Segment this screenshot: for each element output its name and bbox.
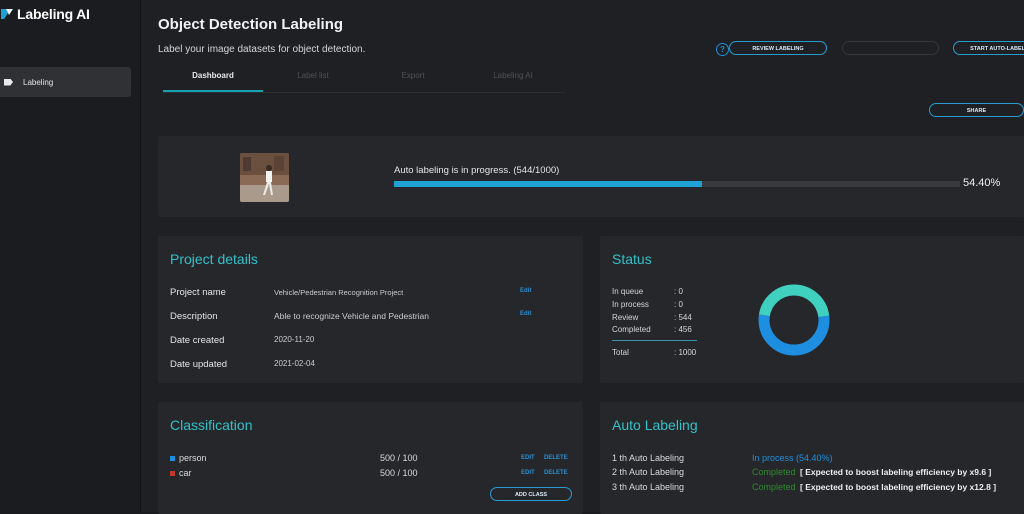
auto-labeling-note-2: [ Expected to boost labeling efficiency … [800,467,992,477]
app-logo[interactable]: Labeling AI [0,6,90,22]
sidebar-item-label: Labeling [23,77,54,87]
review-labeling-button[interactable]: REVIEW LABELING [729,41,827,55]
start-auto-labeling-button[interactable]: START AUTO-LABELING [953,41,1024,55]
status-row-total: Total: 1000 [612,348,697,357]
auto-labeling-status-1: In process (54.40%) [752,453,833,463]
tab-labeling-ai[interactable]: Labeling AI [463,66,563,92]
progress-label: Auto labeling is in progress. (544/1000) [394,165,560,176]
tab-dashboard[interactable]: Dashboard [163,66,263,92]
classification-title: Classification [170,417,253,433]
sidebar-item-labeling[interactable]: Labeling [0,67,131,97]
auto-labeling-row-1: 1 th Auto Labeling [612,453,685,463]
classification-card: Classification person 500 / 100 EDIT DEL… [158,402,583,514]
tab-label-list[interactable]: Label list [263,66,363,92]
detail-value-date-updated: 2021-02-04 [274,359,315,368]
main-content: Object Detection Labeling Label your ima… [141,0,1024,514]
auto-labeling-card: Auto Labeling 1 th Auto Labeling In proc… [600,402,1024,514]
class-row-car: car [170,468,192,478]
detail-label-date-updated: Date updated [170,359,228,370]
status-donut-chart [758,284,830,356]
edit-class-person-button[interactable]: EDIT [521,455,535,461]
detail-label-project-name: Project name [170,287,226,298]
auto-labeling-status-3: Completed [752,482,796,492]
status-row-completed: Completed: 456 [612,325,692,334]
tab-bar: Dashboard Label list Export Labeling AI [163,66,565,93]
delete-class-car-button[interactable]: DELETE [544,470,568,476]
status-row-review: Review: 544 [612,313,692,322]
detail-value-description: Able to recognize Vehicle and Pedestrian [274,311,429,321]
page-title: Object Detection Labeling [158,16,344,33]
sidebar: Labeling AI Labeling [0,0,141,512]
detail-value-date-created: 2020-11-20 [274,335,315,344]
disabled-action-button [842,41,939,55]
page-subtitle: Label your image datasets for object det… [158,44,366,55]
auto-labeling-title: Auto Labeling [612,417,698,433]
class-row-person: person [170,453,207,463]
auto-labeling-progress-card: Auto labeling is in progress. (544/1000)… [158,136,1024,217]
progress-bar [394,181,960,187]
progress-percent: 54.40% [963,177,1001,189]
edit-class-car-button[interactable]: EDIT [521,470,535,476]
dataset-thumbnail [240,153,289,202]
class-count-person: 500 / 100 [380,453,418,463]
status-row-in-queue: In queue: 0 [612,287,683,296]
class-color-swatch [170,456,175,462]
auto-labeling-note-3: [ Expected to boost labeling efficiency … [800,482,997,492]
class-count-car: 500 / 100 [380,468,418,478]
status-card: Status In queue: 0 In process: 0 Review:… [600,236,1024,383]
edit-project-name-link[interactable]: Edit [520,288,531,294]
add-class-button[interactable]: ADD CLASS [490,487,572,501]
status-divider [612,340,697,341]
share-button[interactable]: SHARE [929,103,1024,117]
detail-label-description: Description [170,311,218,322]
auto-labeling-row-2: 2 th Auto Labeling [612,467,685,477]
labeling-ai-logo-icon [1,9,13,19]
edit-description-link[interactable]: Edit [520,311,531,317]
auto-labeling-row-3: 3 th Auto Labeling [612,482,685,492]
class-color-swatch [170,471,175,477]
status-row-in-process: In process: 0 [612,300,683,309]
auto-labeling-status-2: Completed [752,467,796,477]
project-details-card: Project details Project name Vehicle/Ped… [158,236,583,383]
detail-label-date-created: Date created [170,335,225,346]
tag-icon [4,78,13,86]
app-name: Labeling AI [17,6,90,22]
tab-export[interactable]: Export [363,66,463,92]
detail-value-project-name: Vehicle/Pedestrian Recognition Project [274,288,404,297]
project-details-title: Project details [170,251,258,267]
status-title: Status [612,251,652,267]
delete-class-person-button[interactable]: DELETE [544,455,568,461]
progress-bar-fill [394,181,702,187]
help-icon[interactable]: ? [716,43,729,56]
